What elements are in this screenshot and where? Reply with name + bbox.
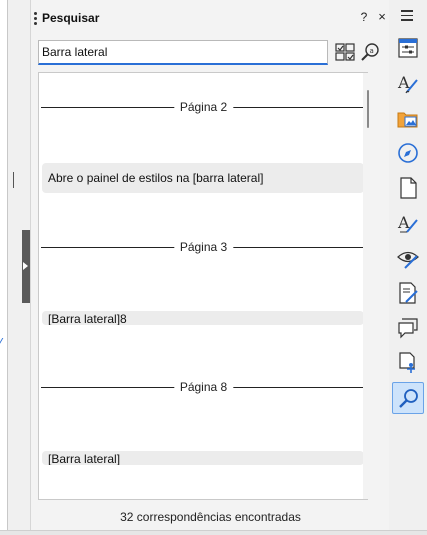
find-deck: Pesquisar ? × a Página 2 Abre o painel d…: [30, 0, 390, 530]
tab-style-inspector[interactable]: A: [392, 207, 424, 239]
text-cursor: [13, 172, 14, 188]
find-replace-icon: a: [361, 43, 379, 61]
find-and-replace-button[interactable]: a: [360, 41, 382, 63]
properties-icon: [398, 38, 418, 58]
page-separator: Página 2: [41, 100, 366, 114]
results-scrollbar[interactable]: [363, 73, 377, 499]
find-options-button[interactable]: [334, 41, 356, 63]
drag-grip-icon[interactable]: [34, 12, 37, 25]
svg-text:a: a: [370, 47, 374, 55]
page-separator: Página 3: [41, 240, 366, 254]
tab-gallery[interactable]: [392, 102, 424, 134]
close-button[interactable]: ×: [375, 9, 389, 25]
tab-manage-changes[interactable]: [392, 242, 424, 274]
sidebar-tab-bar: A A: [389, 0, 427, 530]
tab-navigator[interactable]: [392, 137, 424, 169]
comments-icon: [398, 318, 418, 339]
style-inspector-icon: A: [397, 213, 418, 233]
tab-design[interactable]: [392, 277, 424, 309]
tab-comments[interactable]: [392, 312, 424, 344]
tab-properties[interactable]: [392, 32, 424, 64]
search-icon: [399, 389, 418, 408]
tab-accessibility-check[interactable]: [392, 347, 424, 379]
manage-changes-icon: [397, 251, 419, 269]
styles-icon: A: [397, 73, 418, 94]
svg-text:A: A: [397, 213, 410, 232]
document-margin: [8, 0, 22, 530]
gallery-icon: [397, 112, 418, 128]
search-input[interactable]: [38, 40, 328, 65]
page-label: Página 2: [173, 100, 234, 114]
tab-styles[interactable]: A: [392, 67, 424, 99]
scrollbar-thumb[interactable]: [367, 90, 369, 128]
svg-text:A: A: [397, 73, 410, 92]
design-icon: [399, 282, 418, 304]
navigator-icon: [398, 143, 418, 163]
chevron-right-icon: [23, 262, 28, 270]
document-area: [0, 0, 8, 530]
sidebar-collapse-handle[interactable]: [22, 230, 30, 303]
sidebar-menu-icon[interactable]: [401, 10, 415, 22]
results-list[interactable]: Página 2 Abre o painel de estilos na [ba…: [38, 72, 368, 500]
tab-find[interactable]: [392, 382, 424, 414]
deck-title-bar: Pesquisar ? ×: [31, 0, 390, 34]
result-item[interactable]: [Barra lateral]: [42, 451, 364, 465]
tab-page[interactable]: [392, 172, 424, 204]
result-item[interactable]: Abre o painel de estilos na [barra later…: [42, 163, 364, 193]
page-icon: [400, 177, 417, 199]
result-item[interactable]: [Barra lateral]8: [42, 311, 364, 325]
match-count-status: 32 correspondências encontradas: [120, 510, 301, 524]
page-label: Página 8: [173, 380, 234, 394]
window-bottom-edge: [0, 530, 427, 535]
accessibility-check-icon: [399, 352, 415, 373]
page-label: Página 3: [173, 240, 234, 254]
deck-title: Pesquisar: [42, 11, 100, 25]
help-button[interactable]: ?: [358, 10, 370, 26]
page-separator: Página 8: [41, 380, 366, 394]
find-options-icon: [335, 43, 355, 61]
